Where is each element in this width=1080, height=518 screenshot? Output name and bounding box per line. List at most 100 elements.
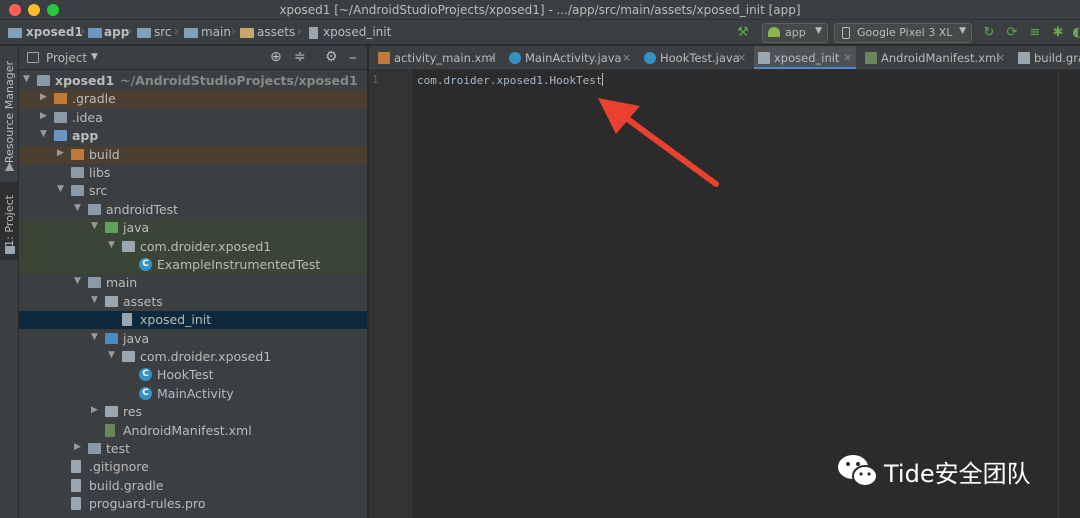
tree-row-mainactivity[interactable]: C MainActivity	[19, 385, 367, 403]
tree-row-hooktest[interactable]: C HookTest	[19, 366, 367, 384]
tree-item-label: assets	[123, 294, 163, 309]
breadcrumb-app[interactable]: app	[104, 25, 129, 39]
tree-item-text: main	[106, 275, 138, 291]
tree-row-assets[interactable]: ▼ assets	[19, 293, 367, 311]
close-tab-icon[interactable]: ×	[737, 51, 746, 64]
tab-hooktest-java[interactable]: HookTest.java ×	[640, 46, 750, 69]
chevron-down-icon[interactable]: ▼	[74, 203, 84, 213]
folder-assets-icon	[105, 295, 118, 307]
code-line[interactable]: com.droider.xposed1.HookTest	[417, 73, 604, 87]
chevron-right-icon[interactable]: ▶	[40, 92, 50, 102]
chevron-down-icon[interactable]: ▼	[91, 221, 101, 231]
profile-icon[interactable]: ◐	[1070, 25, 1080, 41]
chevron-down-icon[interactable]: ▼	[91, 332, 101, 342]
tree-row-test[interactable]: ▶ test	[19, 440, 367, 458]
tree-row-gradle[interactable]: ▶ .gradle	[19, 90, 367, 109]
package-icon	[122, 351, 135, 362]
tree-row-src[interactable]: ▼ src	[19, 182, 367, 200]
tree-row-idea[interactable]: ▶ .idea	[19, 109, 367, 127]
folder-module-icon	[54, 130, 67, 142]
run-config-select[interactable]: app ▼	[762, 23, 828, 43]
chevron-right-icon[interactable]: ▶	[40, 111, 50, 121]
chevron-down-icon[interactable]: ▼	[23, 74, 33, 84]
tab-label: build.gra	[1034, 51, 1080, 65]
tree-row-main[interactable]: ▼ main	[19, 274, 367, 292]
breadcrumb-assets[interactable]: assets	[257, 25, 295, 39]
folder-orange-icon	[54, 93, 67, 105]
code-editor[interactable]: com.droider.xposed1.HookTest	[412, 70, 1080, 518]
close-tab-icon[interactable]: ×	[487, 51, 496, 64]
collapse-all-icon[interactable]: ≑	[294, 49, 306, 65]
chevron-right-icon[interactable]: ▶	[57, 148, 67, 158]
tree-row-proguard-rules-pro[interactable]: proguard-rules.pro	[19, 495, 367, 513]
chevron-right-icon: ›	[128, 24, 133, 38]
tree-row-java[interactable]: ▼ java	[19, 330, 367, 348]
chevron-right-icon[interactable]: ▶	[91, 405, 101, 415]
folder-icon	[71, 185, 84, 197]
tree-row-libs[interactable]: libs	[19, 164, 367, 182]
chevron-down-icon[interactable]: ▼	[108, 350, 118, 360]
wechat-icon	[838, 455, 878, 487]
tab-build-gra[interactable]: build.gra	[1014, 46, 1080, 69]
project-panel-header: Project ▼ ⊕ ≑ ⚙ –	[19, 46, 367, 70]
project-view-label[interactable]: Project	[46, 51, 87, 65]
tree-item-text: libs	[89, 165, 111, 180]
tree-item-text: AndroidManifest.xml	[123, 422, 252, 438]
hide-panel-icon[interactable]: –	[349, 48, 357, 66]
tree-row-xposed1[interactable]: ▼ xposed1 ~/AndroidStudioProjects/xposed1	[19, 72, 367, 90]
gradle-icon	[71, 478, 81, 492]
breadcrumb-xposed1[interactable]: xposed1	[26, 25, 83, 39]
phone-icon	[842, 27, 850, 39]
tab-androidmanifest-xml[interactable]: AndroidManifest.xml ×	[861, 46, 1009, 69]
chevron-right-icon: ›	[80, 24, 85, 38]
apply-changes-icon[interactable]: ↻	[981, 25, 997, 41]
hammer-icon[interactable]: ⚒	[735, 25, 751, 41]
tab-mainactivity-java[interactable]: MainActivity.java ×	[505, 46, 635, 69]
tree-row-app[interactable]: ▼ app	[19, 127, 367, 145]
tab-activity-main-xml[interactable]: activity_main.xml ×	[374, 46, 500, 69]
chevron-right-icon[interactable]: ▶	[74, 442, 84, 452]
tree-row-com-droider-xposed1[interactable]: ▼ com.droider.xposed1	[19, 237, 367, 256]
manifest-icon	[105, 423, 115, 437]
tree-row-exampleinstrumentedtest[interactable]: C ExampleInstrumentedTest	[19, 256, 367, 274]
tree-row-xposed-init[interactable]: xposed_init	[19, 311, 367, 330]
tree-row-com-droider-xposed1[interactable]: ▼ com.droider.xposed1	[19, 348, 367, 366]
tree-row-androidtest[interactable]: ▼ androidTest	[19, 201, 367, 219]
tree-item-text: MainActivity	[157, 385, 234, 401]
breadcrumb-src[interactable]: src	[154, 25, 172, 39]
tree-row-java[interactable]: ▼ java	[19, 219, 367, 238]
chevron-down-icon[interactable]: ▼	[57, 184, 67, 194]
apply-code-changes-icon[interactable]: ⟳	[1004, 25, 1020, 41]
chevron-down-icon[interactable]: ▼	[91, 295, 101, 305]
breadcrumb-xposed-init[interactable]: xposed_init	[323, 25, 391, 39]
chevron-down-icon[interactable]: ▼	[108, 240, 118, 250]
code-text: com.droider.xposed1.HookTest	[417, 74, 603, 87]
tree-row-res[interactable]: ▶ res	[19, 403, 367, 421]
tree-item-label: res	[123, 404, 142, 419]
chevron-down-icon[interactable]: ▼	[40, 129, 50, 139]
tree-item-label: src	[89, 183, 107, 198]
gear-icon[interactable]: ⚙	[325, 49, 338, 65]
tree-row-build-gradle[interactable]: build.gradle	[19, 477, 367, 495]
chevron-down-icon[interactable]: ▼	[91, 52, 98, 62]
watermark-text: Tide安全团队	[884, 460, 1031, 488]
tree-row-gitignore[interactable]: .gitignore	[19, 458, 367, 476]
close-tab-icon[interactable]: ×	[996, 51, 1005, 64]
debug-icon[interactable]: ✱	[1050, 25, 1066, 41]
device-select[interactable]: Google Pixel 3 XL ▼	[834, 23, 972, 43]
resource-manager-tab[interactable]: Resource Manager	[0, 52, 19, 172]
tree-item-text: .gitignore	[89, 459, 149, 475]
locate-icon[interactable]: ⊕	[270, 49, 282, 65]
breadcrumb-main[interactable]: main	[201, 25, 231, 39]
tree-item-text: com.droider.xposed1	[140, 238, 272, 254]
run-icon[interactable]: ≡	[1027, 25, 1043, 41]
folder-icon	[137, 28, 151, 38]
chevron-down-icon[interactable]: ▼	[74, 276, 84, 286]
tab-xposed-init[interactable]: xposed_init ×	[754, 46, 856, 69]
tree-item-label: .gradle	[72, 91, 116, 106]
close-tab-icon[interactable]: ×	[843, 51, 852, 64]
close-tab-icon[interactable]: ×	[622, 51, 631, 64]
tree-row-build[interactable]: ▶ build	[19, 145, 367, 164]
tree-row-androidmanifest-xml[interactable]: AndroidManifest.xml	[19, 422, 367, 440]
file-icon	[758, 52, 770, 64]
